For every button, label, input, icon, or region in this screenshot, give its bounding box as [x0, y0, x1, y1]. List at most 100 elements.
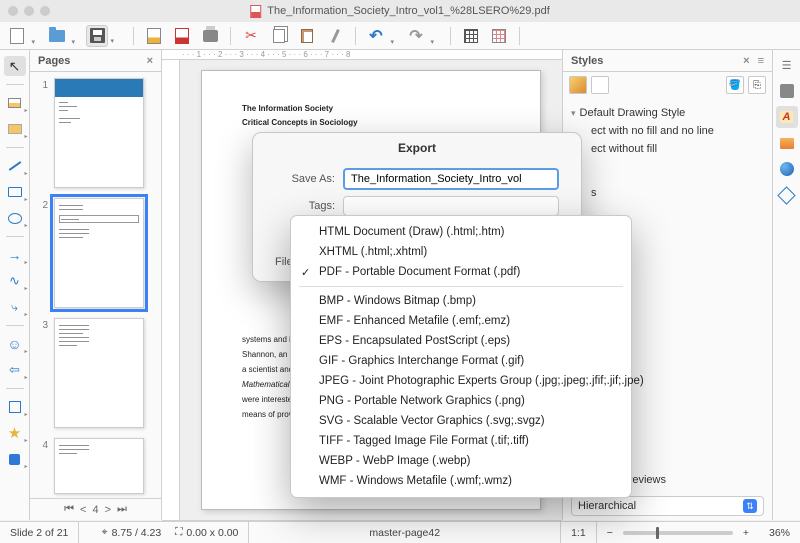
pages-panel: Pages × 1 ▬▬▬▬▬▬▬▬▬▬▬▬▬▬▬▬▬▬▬▬▬▬▬ 2 ▬▬▬▬…: [30, 50, 162, 520]
filetype-option-xhtml[interactable]: XHTML (.html;.xhtml): [291, 242, 631, 262]
pages-next-icon[interactable]: >: [105, 504, 111, 516]
filetype-option-svg[interactable]: SVG - Scalable Vector Graphics (.svg;.sv…: [291, 411, 631, 431]
undo-button[interactable]: ↶: [365, 25, 387, 47]
filetype-option-jpeg[interactable]: JPEG - Joint Photographic Experts Group …: [291, 371, 631, 391]
style-view-value: Hierarchical: [578, 500, 636, 512]
tags-input[interactable]: [343, 196, 559, 216]
clone-formatting-button[interactable]: [324, 25, 346, 47]
save-as-label: Save As:: [275, 173, 335, 185]
flowchart-tool[interactable]: [4, 397, 26, 417]
file-type-dropdown: HTML Document (Draw) (.html;.htm) XHTML …: [290, 215, 632, 498]
filetype-option-webp[interactable]: WEBP - WebP Image (.webp): [291, 451, 631, 471]
pointer-tool[interactable]: ↖: [4, 56, 26, 76]
filetype-option-eps[interactable]: EPS - Encapsulated PostScript (.eps): [291, 331, 631, 351]
pages-first-icon[interactable]: ⏮: [64, 503, 74, 516]
zoom-slider[interactable]: [623, 531, 733, 535]
filetype-option-bmp[interactable]: BMP - Windows Bitmap (.bmp): [291, 291, 631, 311]
save-as-input[interactable]: [343, 168, 559, 190]
callout-tool[interactable]: ⇦: [4, 360, 26, 380]
snap-button[interactable]: [488, 25, 510, 47]
fill-format-icon[interactable]: 🪣: [726, 76, 744, 94]
filetype-option-html[interactable]: HTML Document (Draw) (.html;.htm): [291, 222, 631, 242]
redo-button[interactable]: ↷: [405, 25, 427, 47]
styles-panel-close-icon[interactable]: ×: [743, 55, 749, 67]
styles-panel-menu-icon[interactable]: ≡: [758, 55, 764, 67]
filetype-option-pdf[interactable]: PDF - Portable Document Format (.pdf): [291, 262, 631, 282]
pdf-file-icon: [250, 5, 261, 18]
shapes-deck-icon[interactable]: [776, 184, 798, 206]
connector-tool[interactable]: ⤷: [4, 297, 26, 317]
line-tool[interactable]: [4, 156, 26, 176]
status-zoom[interactable]: 36%: [759, 522, 800, 543]
styles-panel-title: Styles: [571, 55, 603, 67]
style-item[interactable]: ect without fill: [569, 140, 766, 158]
filetype-option-png[interactable]: PNG - Portable Network Graphics (.png): [291, 391, 631, 411]
export-pdf-button[interactable]: [171, 25, 193, 47]
style-view-select[interactable]: Hierarchical ⇅: [571, 496, 764, 516]
style-item-root[interactable]: ▾Default Drawing Style: [569, 104, 766, 122]
style-item[interactable]: ect with no fill and no line: [569, 122, 766, 140]
filetype-option-wmf[interactable]: WMF - Windows Metafile (.wmf;.wmz): [291, 471, 631, 491]
page-thumbnail-2[interactable]: ▬▬▬▬▬▬▬▬▬▬▬▬▬▬▬▬▬▬▬▬▬▬▬▬▬▬▬▬▬▬▬▬▬▬▬▬▬▬▬▬…: [54, 198, 144, 308]
filetype-option-emf[interactable]: EMF - Enhanced Metafile (.emf;.emz): [291, 311, 631, 331]
page-number: 3: [40, 318, 48, 331]
grid-button[interactable]: [460, 25, 482, 47]
star-tool[interactable]: ★: [4, 423, 26, 443]
drawing-styles-icon[interactable]: [569, 76, 587, 94]
status-coord: 8.75 / 4.23: [112, 527, 162, 539]
pages-panel-close-icon[interactable]: ×: [147, 55, 153, 67]
area-color-tool[interactable]: [4, 119, 26, 139]
print-button[interactable]: [199, 25, 221, 47]
cursor-position-icon: ⌖: [102, 526, 108, 539]
gallery-deck-icon[interactable]: [776, 132, 798, 154]
navigator-deck-icon[interactable]: [776, 158, 798, 180]
3d-tool[interactable]: [4, 449, 26, 469]
paste-button[interactable]: [296, 25, 318, 47]
zoom-out-button[interactable]: −: [607, 527, 613, 539]
rectangle-tool[interactable]: [4, 182, 26, 202]
basic-shapes-tool[interactable]: ☺: [4, 334, 26, 354]
filetype-option-gif[interactable]: GIF - Graphics Interchange Format (.gif): [291, 351, 631, 371]
page-thumbnail-4[interactable]: ▬▬▬▬▬▬▬▬▬▬▬▬▬▬▬▬▬▬▬▬▬▬▬▬▬▬: [54, 438, 144, 494]
status-slide: Slide 2 of 21: [0, 522, 79, 543]
style-item[interactable]: s: [569, 184, 766, 202]
presentation-styles-icon[interactable]: [591, 76, 609, 94]
object-size-icon: ⛶: [175, 526, 182, 539]
filetype-option-tiff[interactable]: TIFF - Tagged Image File Format (.tif;.t…: [291, 431, 631, 451]
save-button[interactable]: [86, 25, 108, 47]
new-style-icon[interactable]: ⎘: [748, 76, 766, 94]
doc-heading-1: The Information Society: [242, 103, 500, 115]
tags-label: Tags:: [275, 200, 335, 212]
ellipse-tool[interactable]: [4, 208, 26, 228]
status-master[interactable]: master-page42: [249, 522, 561, 543]
window-titlebar: The_Information_Society_Intro_vol1_%28LS…: [0, 0, 800, 22]
status-size: 0.00 x 0.00: [186, 527, 238, 539]
left-tool-strip: ↖ → ∿ ⤷ ☺ ⇦ ★: [0, 50, 30, 520]
properties-deck-icon[interactable]: [776, 80, 798, 102]
pages-nav: ⏮ < 4 > ⏭: [30, 498, 161, 520]
minimize-window-icon[interactable]: [24, 6, 34, 16]
status-ratio[interactable]: 1:1: [561, 522, 597, 543]
page-thumbnail-1[interactable]: ▬▬▬▬▬▬▬▬▬▬▬▬▬▬▬▬▬▬▬▬▬▬▬: [54, 78, 144, 188]
style-label: s: [591, 187, 597, 199]
page-thumbnail-3[interactable]: ▬▬▬▬▬▬▬▬▬▬▬▬▬▬▬▬▬▬▬▬▬▬▬▬▬▬▬▬▬▬▬▬▬▬▬▬▬▬▬▬…: [54, 318, 144, 428]
export-button[interactable]: [143, 25, 165, 47]
arrow-line-tool[interactable]: →: [4, 245, 26, 265]
cut-button[interactable]: ✂: [240, 25, 262, 47]
zoom-window-icon[interactable]: [40, 6, 50, 16]
doc-heading-2: Critical Concepts in Sociology: [242, 117, 500, 129]
styles-deck-icon[interactable]: A: [776, 106, 798, 128]
zoom-in-button[interactable]: +: [743, 527, 749, 539]
curve-tool[interactable]: ∿: [4, 271, 26, 291]
copy-button[interactable]: [268, 25, 290, 47]
close-window-icon[interactable]: [8, 6, 18, 16]
open-button[interactable]: [46, 25, 68, 47]
sidebar-settings-icon[interactable]: ☰: [776, 54, 798, 76]
page-number: 4: [40, 438, 48, 451]
fill-color-tool[interactable]: [4, 93, 26, 113]
pages-prev-icon[interactable]: <: [80, 504, 86, 516]
pages-last-icon[interactable]: ⏭: [117, 503, 127, 516]
new-document-button[interactable]: [6, 25, 28, 47]
sidebar-tab-strip: ☰ A: [772, 50, 800, 520]
main-toolbar: ✂ ↶ ↷: [0, 22, 800, 50]
